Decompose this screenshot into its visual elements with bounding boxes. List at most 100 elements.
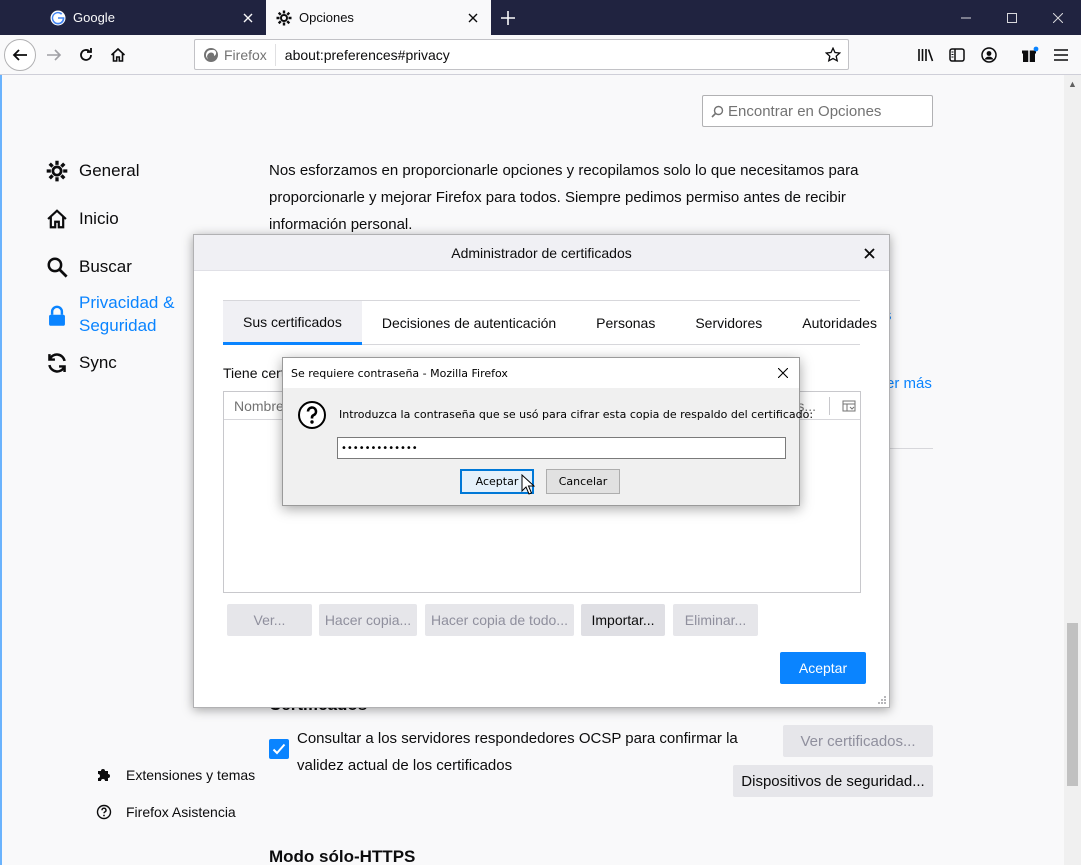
new-tab-plus-icon[interactable]	[494, 4, 522, 32]
identity-box[interactable]: Firefox	[195, 43, 276, 66]
maximize-icon[interactable]	[989, 0, 1035, 35]
scrollbar-thumb[interactable]	[1067, 623, 1078, 786]
category-sync[interactable]: Sync	[44, 350, 117, 376]
column-name-label: Nombre	[234, 397, 284, 414]
column-separator	[829, 397, 830, 415]
tab-close-icon[interactable]	[461, 6, 485, 30]
ocsp-checkbox[interactable]	[269, 739, 289, 759]
category-general[interactable]: General	[44, 158, 139, 184]
firefox-support-link[interactable]: Firefox Asistencia	[96, 804, 236, 820]
extensions-gift-icon[interactable]	[1014, 39, 1046, 71]
accept-button[interactable]: Aceptar	[780, 652, 866, 684]
https-only-heading: Modo sólo-HTTPS	[269, 847, 416, 865]
tab-opciones[interactable]: Opciones	[266, 0, 491, 35]
back-button[interactable]	[4, 39, 36, 71]
hamburger-menu-icon[interactable]	[1045, 39, 1077, 71]
minimize-icon[interactable]	[943, 0, 989, 35]
sidebar-icon[interactable]	[941, 39, 973, 71]
tab-authorities[interactable]: Autoridades	[782, 301, 897, 345]
category-label: Sync	[79, 353, 117, 372]
bookmark-star-icon[interactable]	[818, 46, 848, 63]
link-label: Firefox Asistencia	[126, 804, 236, 820]
backup-all-button[interactable]: Hacer copia de todo...	[425, 604, 574, 636]
tab-title: Opciones	[299, 10, 354, 25]
gear-icon	[276, 10, 292, 26]
search-placeholder: Encontrar en Opciones	[728, 102, 882, 120]
dialog-titlebar: Se requiere contraseña - Mozilla Firefox	[283, 358, 799, 388]
home-icon	[110, 47, 126, 62]
certificates-description: Tiene certi	[223, 365, 288, 381]
home-icon	[44, 206, 70, 232]
tab-google[interactable]: Google	[40, 0, 266, 35]
cancel-button[interactable]: Cancelar	[546, 469, 620, 494]
checkmark-icon	[272, 743, 286, 755]
tab-close-icon[interactable]	[236, 6, 260, 30]
library-icon[interactable]	[910, 39, 942, 71]
search-input[interactable]: Encontrar en Opciones	[702, 95, 933, 127]
import-button[interactable]: Importar...	[581, 604, 665, 636]
button-label: Eliminar...	[684, 612, 747, 628]
tab-servers[interactable]: Servidores	[675, 301, 782, 345]
category-label: Privacidad & Seguridad	[79, 291, 174, 337]
security-devices-button[interactable]: Dispositivos de seguridad...	[733, 765, 933, 797]
category-label-line2: Seguridad	[79, 316, 157, 335]
window-close-icon[interactable]	[1035, 0, 1081, 35]
learn-more-link[interactable]: er más	[886, 375, 932, 392]
password-input[interactable]: •••••••••••••	[337, 437, 786, 459]
backup-button[interactable]: Hacer copia...	[319, 604, 417, 636]
tab-strip: Google Opciones	[0, 0, 1081, 35]
delete-button[interactable]: Eliminar...	[673, 604, 758, 636]
puzzle-icon	[96, 767, 112, 783]
page-scrollbar[interactable]: ▲	[1064, 75, 1081, 865]
dialog-title: Administrador de certificados	[451, 244, 632, 261]
close-icon[interactable]	[859, 243, 879, 263]
reload-icon	[80, 48, 92, 61]
search-icon	[711, 105, 724, 118]
resize-grip-icon[interactable]	[877, 695, 887, 705]
help-icon	[96, 804, 112, 820]
forward-arrow-icon	[47, 49, 62, 61]
category-label: Inicio	[79, 209, 119, 228]
button-label: Ver...	[253, 612, 286, 628]
extensions-themes-link[interactable]: Extensiones y temas	[96, 767, 255, 783]
gear-icon	[44, 158, 70, 184]
view-button[interactable]: Ver...	[227, 604, 312, 636]
tab-authentication-decisions[interactable]: Decisiones de autenticación	[362, 301, 576, 345]
focus-border	[0, 75, 2, 865]
url-text[interactable]: about:preferences#privacy	[276, 47, 818, 63]
navigation-toolbar: Firefox about:preferences#privacy	[0, 35, 1081, 75]
close-icon[interactable]	[773, 363, 793, 383]
privacy-intro-text: Nos esforzamos en proporcionarle opcione…	[269, 162, 859, 233]
category-privacidad[interactable]: Privacidad & Seguridad	[44, 291, 174, 337]
dialog-message: Introduzca la contraseña que se usó para…	[339, 408, 814, 421]
column-picker-icon[interactable]	[842, 399, 856, 413]
view-certificates-button[interactable]: Ver certificados...	[783, 725, 933, 757]
scroll-up-icon[interactable]: ▲	[1064, 75, 1081, 92]
mouse-pointer-icon	[521, 474, 535, 495]
reload-button[interactable]	[70, 39, 102, 71]
certificate-tabs: Sus certificados Decisiones de autentica…	[223, 300, 877, 345]
identity-label: Firefox	[224, 46, 267, 63]
dialog-header: Administrador de certificados	[194, 235, 889, 271]
forward-button[interactable]	[38, 39, 70, 71]
tab-people[interactable]: Personas	[576, 301, 675, 345]
category-inicio[interactable]: Inicio	[44, 206, 119, 232]
button-label: Importar...	[591, 612, 655, 628]
home-button[interactable]	[102, 39, 134, 71]
dialog-title: Se requiere contraseña - Mozilla Firefox	[291, 366, 508, 380]
back-arrow-icon	[12, 49, 27, 61]
category-label: Buscar	[79, 257, 132, 276]
tab-your-certificates[interactable]: Sus certificados	[223, 301, 362, 345]
category-buscar[interactable]: Buscar	[44, 254, 132, 280]
url-bar[interactable]: Firefox about:preferences#privacy	[194, 39, 849, 70]
category-label-line1: Privacidad &	[79, 293, 175, 312]
link-label: Extensiones y temas	[126, 767, 256, 783]
password-required-dialog: Se requiere contraseña - Mozilla Firefox…	[282, 357, 813, 506]
button-label: Hacer copia...	[324, 612, 412, 628]
account-icon[interactable]	[973, 39, 1005, 71]
button-label: Hacer copia de todo...	[431, 612, 568, 628]
category-label: General	[79, 161, 140, 180]
ocsp-label: Consultar a los servidores respondedores…	[297, 730, 738, 774]
google-icon	[50, 10, 66, 26]
search-icon	[44, 254, 70, 280]
